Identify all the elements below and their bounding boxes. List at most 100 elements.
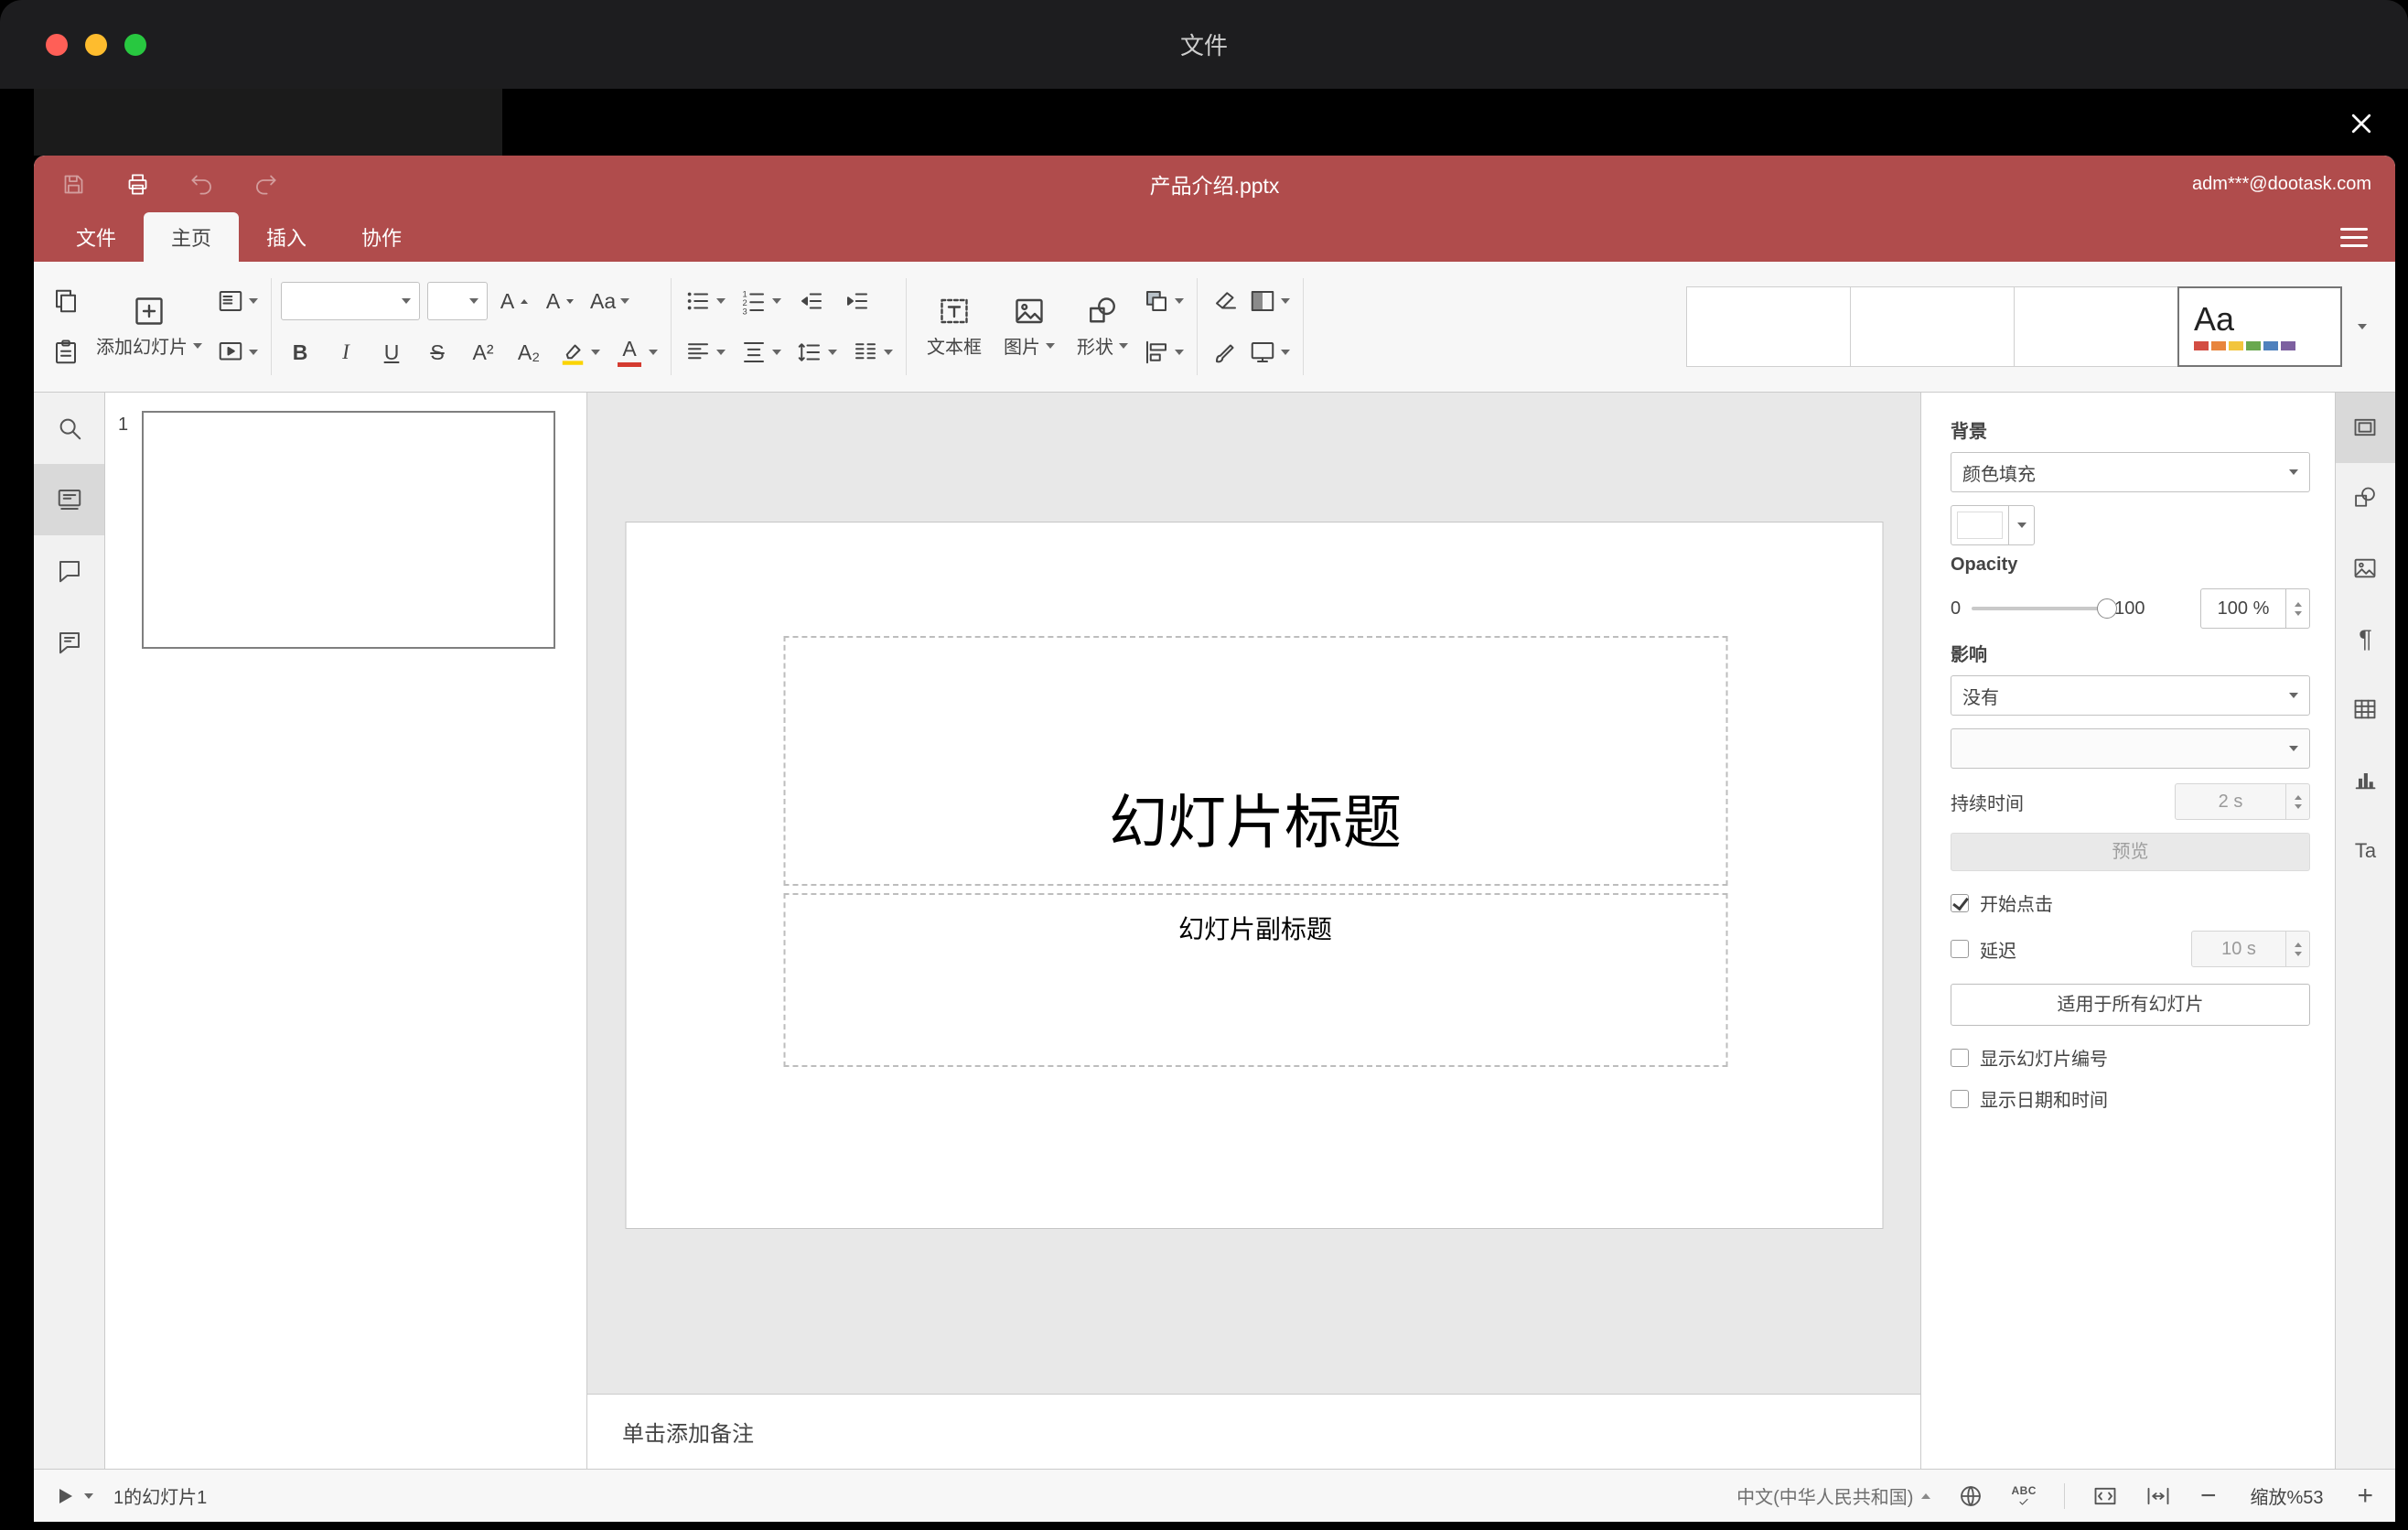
paste-icon[interactable]	[47, 331, 85, 373]
theme-item[interactable]	[2014, 286, 2178, 367]
slide-size-button[interactable]	[1245, 331, 1294, 373]
paragraph-settings-icon[interactable]: ¶	[2336, 604, 2395, 674]
decrease-indent-icon[interactable]	[792, 280, 831, 322]
background-fill-select[interactable]: 颜色填充	[1951, 452, 2310, 492]
tab-file[interactable]: 文件	[48, 212, 144, 262]
comments-icon[interactable]	[34, 535, 104, 607]
numbered-list-button[interactable]: 123	[736, 280, 785, 322]
chevron-down-icon[interactable]	[84, 1492, 93, 1499]
fullscreen-traffic-light-icon[interactable]	[124, 33, 146, 56]
status-bar: 1的幻灯片1 中文(中华人民共和国) ABC − 缩放%53 +	[34, 1469, 2395, 1522]
strikethrough-button[interactable]: S	[418, 331, 457, 373]
shape-settings-icon[interactable]	[2336, 463, 2395, 533]
start-slideshow-icon[interactable]	[54, 1485, 76, 1507]
slider-knob[interactable]	[2097, 598, 2118, 619]
background-color-picker[interactable]	[1951, 505, 2035, 545]
search-icon[interactable]	[34, 393, 104, 464]
fit-to-width-icon[interactable]	[2145, 1483, 2171, 1509]
opacity-input[interactable]: 100 %	[2200, 588, 2310, 629]
slide-thumbnail[interactable]	[142, 411, 555, 649]
delay-row: 延迟 10 s	[1951, 931, 2310, 967]
clear-style-icon[interactable]	[1207, 280, 1245, 322]
show-date-checkbox[interactable]	[1951, 1089, 1969, 1108]
apply-to-all-slides-button[interactable]: 适用于所有幻灯片	[1951, 984, 2310, 1026]
menu-icon[interactable]	[2340, 227, 2368, 247]
show-slide-number-checkbox[interactable]	[1951, 1048, 1969, 1067]
delay-input[interactable]: 10 s	[2191, 931, 2310, 967]
print-icon[interactable]	[122, 168, 153, 199]
change-case-button[interactable]: Aa	[586, 280, 633, 322]
feedback-icon[interactable]	[34, 607, 104, 678]
insert-image-button[interactable]: 图片	[993, 278, 1066, 375]
slide-editor[interactable]: 幻灯片标题 幻灯片副标题	[625, 522, 1883, 1229]
image-settings-icon[interactable]	[2336, 533, 2395, 604]
theme-item[interactable]	[1686, 286, 1851, 367]
notes-area[interactable]: 单击添加备注	[587, 1394, 1920, 1469]
copy-icon[interactable]	[47, 280, 85, 322]
font-size-select[interactable]	[427, 282, 488, 320]
add-slide-button[interactable]: 添加幻灯片	[85, 278, 213, 375]
spellcheck-icon[interactable]: ABC	[2011, 1485, 2037, 1507]
slides-panel-icon[interactable]	[34, 464, 104, 535]
font-name-select[interactable]	[281, 282, 420, 320]
spinner-icon[interactable]	[2285, 784, 2309, 819]
increase-indent-icon[interactable]	[838, 280, 876, 322]
style-group	[1207, 278, 1294, 375]
fit-to-slide-icon[interactable]	[2092, 1483, 2118, 1509]
close-traffic-light-icon[interactable]	[46, 33, 68, 56]
spinner-icon[interactable]	[2285, 932, 2309, 966]
change-layout-button[interactable]	[213, 280, 262, 322]
bold-button[interactable]: B	[281, 331, 319, 373]
vertical-align-button[interactable]	[736, 331, 785, 373]
tab-collaboration[interactable]: 协作	[334, 212, 429, 262]
undo-icon[interactable]	[186, 168, 217, 199]
table-settings-icon[interactable]	[2336, 674, 2395, 745]
bullet-list-button[interactable]	[681, 280, 729, 322]
opacity-slider[interactable]	[1972, 598, 2118, 619]
save-icon[interactable]	[58, 168, 89, 199]
language-selector[interactable]: 中文(中华人民共和国)	[1736, 1482, 1931, 1509]
underline-button[interactable]: U	[372, 331, 411, 373]
spinner-icon[interactable]	[2285, 589, 2309, 628]
tab-insert[interactable]: 插入	[239, 212, 334, 262]
decrease-font-button[interactable]: A	[541, 280, 579, 322]
close-icon[interactable]	[2340, 102, 2382, 145]
insert-textbox-button[interactable]: 文本框	[916, 278, 993, 375]
preview-button[interactable]: 预览	[1951, 833, 2310, 871]
zoom-out-icon[interactable]: −	[2198, 1482, 2219, 1510]
textart-settings-icon[interactable]: Ta	[2336, 815, 2395, 886]
theme-gallery-expand-button[interactable]	[2342, 286, 2382, 367]
increase-font-button[interactable]: A	[495, 280, 533, 322]
minimize-traffic-light-icon[interactable]	[85, 33, 107, 56]
effect-label: 影响	[1951, 645, 1987, 665]
color-scheme-button[interactable]	[1245, 280, 1294, 322]
line-spacing-button[interactable]	[792, 331, 841, 373]
effect-type-select[interactable]	[1951, 728, 2310, 769]
columns-button[interactable]	[848, 331, 897, 373]
theme-item-selected[interactable]: Aa	[2177, 286, 2342, 367]
chart-settings-icon[interactable]	[2336, 745, 2395, 815]
tab-home[interactable]: 主页	[144, 212, 240, 262]
slide-settings-icon[interactable]	[2336, 393, 2395, 463]
zoom-in-icon[interactable]: +	[2355, 1482, 2375, 1510]
horizontal-align-button[interactable]	[681, 331, 729, 373]
align-shape-button[interactable]	[1139, 331, 1188, 373]
start-slideshow-button[interactable]	[213, 331, 262, 373]
copy-style-icon[interactable]	[1207, 331, 1245, 373]
delay-checkbox[interactable]	[1951, 940, 1969, 958]
duration-input[interactable]: 2 s	[2175, 783, 2310, 820]
redo-icon[interactable]	[250, 168, 281, 199]
font-color-button[interactable]: A	[611, 331, 661, 373]
title-placeholder[interactable]: 幻灯片标题	[783, 636, 1727, 886]
set-language-icon[interactable]	[1958, 1483, 1983, 1509]
effect-select[interactable]: 没有	[1951, 675, 2310, 716]
subtitle-placeholder[interactable]: 幻灯片副标题	[783, 893, 1727, 1067]
subscript-button[interactable]: A₂	[510, 331, 548, 373]
theme-item[interactable]	[1850, 286, 2015, 367]
insert-shape-button[interactable]: 形状	[1066, 278, 1139, 375]
highlight-color-button[interactable]	[555, 331, 604, 373]
superscript-button[interactable]: A²	[464, 331, 502, 373]
italic-button[interactable]: I	[327, 331, 365, 373]
arrange-shape-button[interactable]	[1139, 280, 1188, 322]
start-on-click-checkbox[interactable]	[1951, 893, 1969, 912]
